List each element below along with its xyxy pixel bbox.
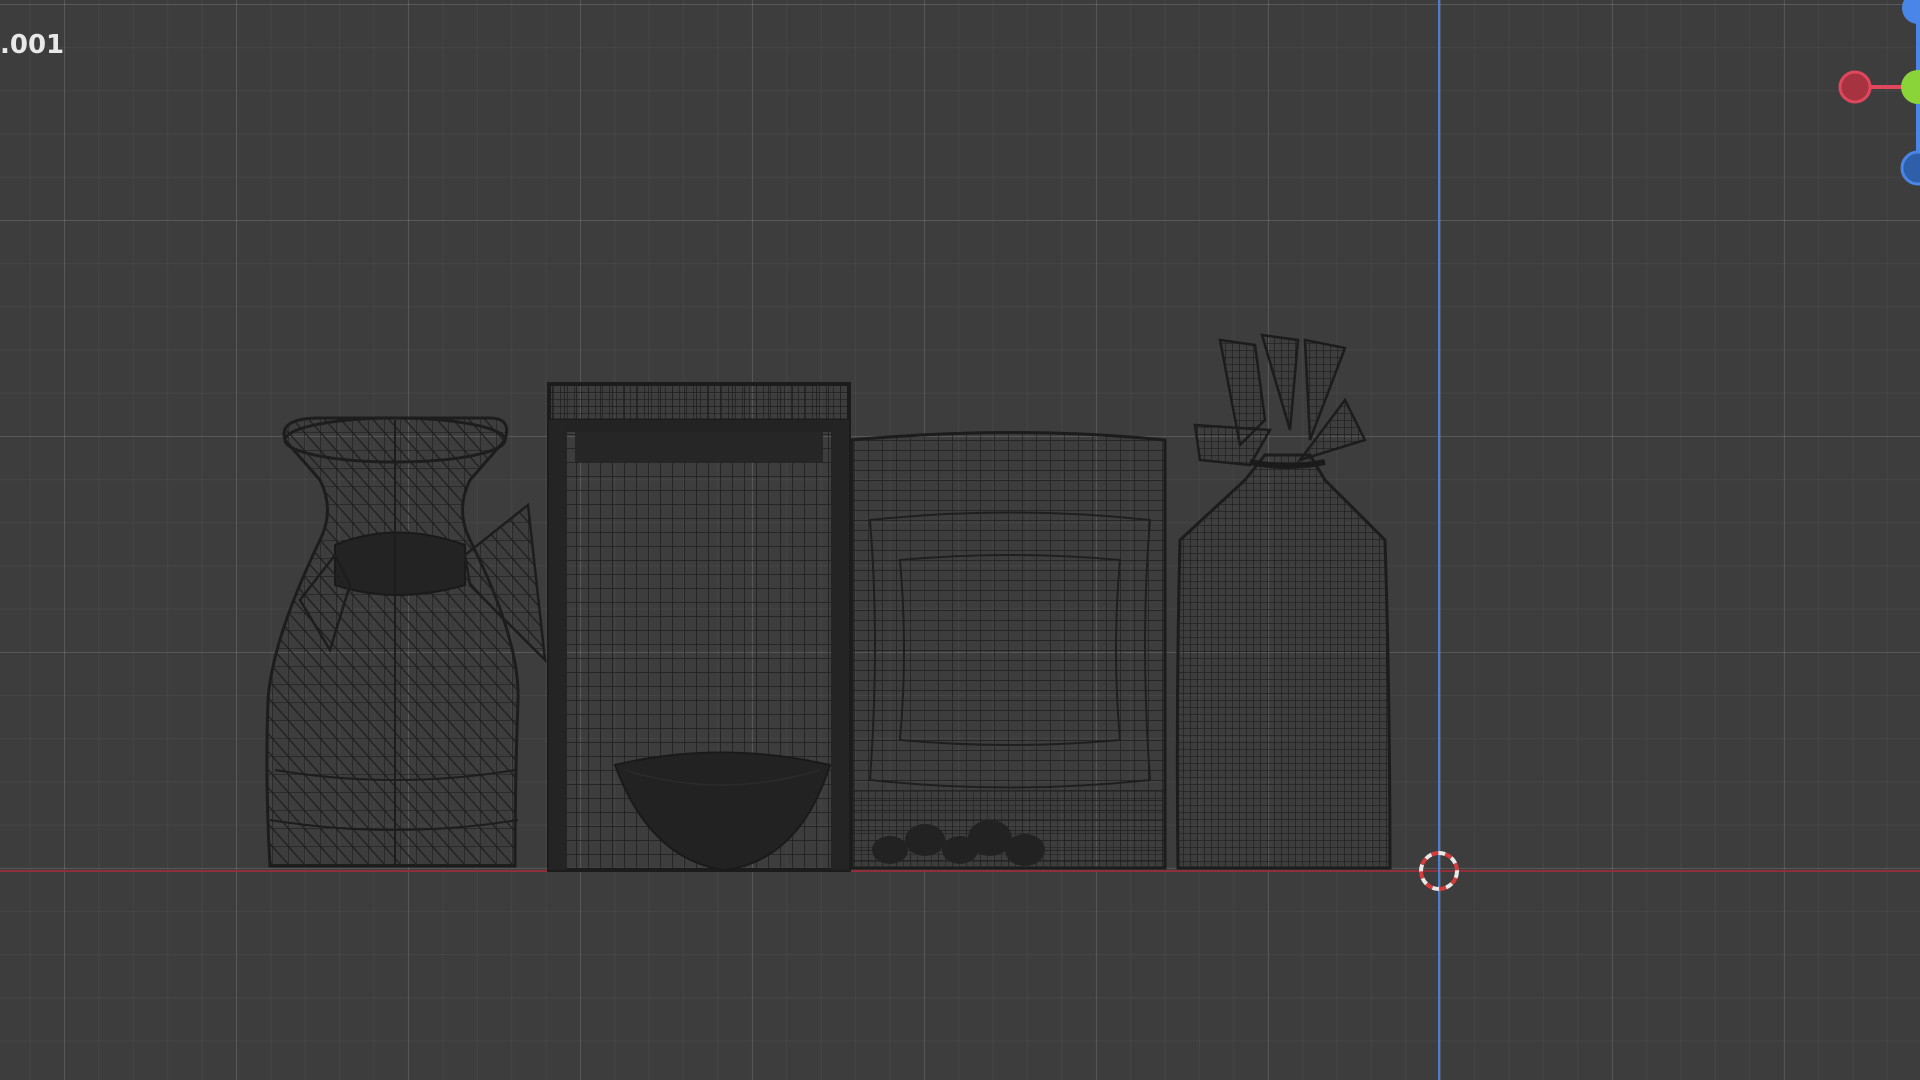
- pillow-bag-object[interactable]: [850, 431, 1167, 870]
- gizmo-neg-x-icon: [1838, 70, 1872, 104]
- gizmo-z-icon: [1902, 0, 1920, 24]
- bow-bag-object[interactable]: [265, 416, 547, 868]
- navigation-gizmo[interactable]: [1838, 0, 1920, 186]
- gizmo-y-icon: [1901, 70, 1920, 104]
- zipper-pouch-object[interactable]: [547, 382, 851, 872]
- gizmo-neg-z-icon: [1900, 150, 1920, 186]
- tied-sack-object[interactable]: [1175, 333, 1392, 870]
- 3d-viewport[interactable]: .001: [0, 0, 1920, 1080]
- wireframe-scene: [0, 0, 1920, 1080]
